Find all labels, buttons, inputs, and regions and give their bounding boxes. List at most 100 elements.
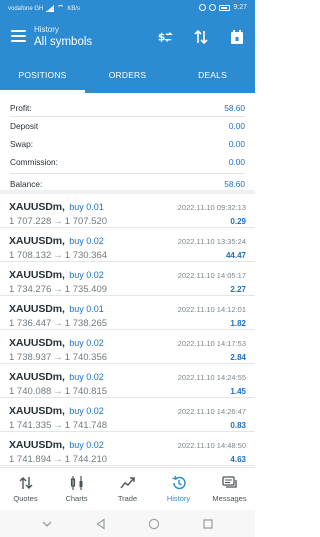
deal-side: buy 0.02: [69, 338, 104, 348]
deal-side: buy 0.02: [69, 236, 104, 246]
deal-close-price: 1 738.265: [64, 318, 108, 329]
deals-list[interactable]: XAUUSDm, buy 0.01 2022.11.10 09:32:13 1 7…: [0, 194, 255, 467]
deal-close-price: 1 744.210: [64, 454, 108, 465]
swap-label: Swap:: [10, 139, 34, 149]
summary-profit-row: Profit: 58.60: [10, 99, 245, 117]
deal-profit: 1.45: [230, 387, 246, 396]
deal-symbol: XAUUSDm,: [9, 269, 65, 281]
profit-value: 58.60: [224, 102, 245, 113]
deal-profit: 2.27: [230, 285, 246, 294]
deal-profit: 1.82: [230, 319, 246, 328]
deal-side: buy 0.02: [69, 440, 104, 450]
deal-open-price: 1 741.894: [9, 454, 52, 465]
nav-quotes[interactable]: Quotes: [0, 468, 51, 510]
deposit-value: 0.00: [228, 121, 245, 131]
profit-label: Profit:: [10, 102, 32, 113]
deal-open-price: 1 741.335: [9, 420, 52, 431]
deal-symbol: XAUUSDm,: [9, 371, 65, 383]
calendar-icon[interactable]: [229, 29, 245, 45]
commission-value: 0.00: [228, 157, 245, 167]
deal-symbol: XAUUSDm,: [9, 439, 65, 451]
deal-side: buy 0.01: [69, 304, 104, 314]
arrow-right-icon: →: [53, 318, 63, 329]
deal-symbol: XAUUSDm,: [9, 303, 65, 315]
summary-panel: Profit: 58.60 Deposit 0.00 Swap: 0.00 Co…: [0, 93, 255, 189]
tab-bar: POSITIONS ORDERS DEALS: [0, 61, 255, 93]
deal-close-price: 1 730.364: [64, 250, 108, 261]
nav-charts[interactable]: Charts: [51, 468, 102, 510]
back-icon[interactable]: [94, 517, 108, 531]
deal-time: 2022.11.10 14:24:55: [177, 373, 246, 382]
nav-trade[interactable]: Trade: [102, 468, 153, 510]
messages-icon: [221, 475, 238, 491]
quotes-icon: [18, 475, 34, 491]
deal-open-price: 1 738.937: [9, 352, 52, 363]
trade-icon: [119, 475, 136, 491]
deal-profit: 0.83: [230, 421, 246, 430]
dollar-exchange-icon[interactable]: $: [157, 29, 173, 45]
deal-symbol: XAUUSDm,: [9, 337, 65, 349]
summary-swap-row: Swap: 0.00: [10, 135, 245, 153]
wifi-icon: [57, 5, 65, 12]
clock: 9:27: [233, 4, 247, 11]
deal-time: 2022.11.10 13:35:24: [177, 237, 246, 246]
menu-icon[interactable]: [11, 30, 26, 42]
nav-label: Trade: [117, 494, 138, 503]
deal-open-price: 1 708.132: [9, 250, 52, 261]
list-item[interactable]: XAUUSDm, buy 0.02 2022.11.10 14:17:53 1 7…: [0, 330, 255, 364]
status-right: 9:27: [199, 4, 247, 11]
deal-profit: 2.84: [230, 353, 246, 362]
arrow-right-icon: →: [53, 250, 63, 261]
deal-side: buy 0.02: [69, 372, 104, 382]
nav-history[interactable]: History: [153, 468, 204, 510]
status-bar: vodafone GH KB/s 9:27: [0, 0, 255, 17]
list-item[interactable]: XAUUSDm, buy 0.02 2022.11.10 14:24:55 1 7…: [0, 364, 255, 398]
nav-label: Quotes: [13, 494, 38, 503]
deal-time: 2022.11.10 14:48:50: [177, 441, 246, 450]
system-navigation-bar: [0, 510, 255, 537]
svg-text:$: $: [158, 31, 165, 44]
deal-symbol: XAUUSDm,: [9, 201, 65, 213]
list-item[interactable]: XAUUSDm, buy 0.01 2022.11.10 09:32:13 1 7…: [0, 194, 255, 228]
tab-deals[interactable]: DEALS: [170, 61, 255, 93]
arrow-right-icon: →: [53, 352, 63, 363]
list-item[interactable]: XAUUSDm, buy 0.02 2022.11.10 13:35:24 1 7…: [0, 228, 255, 262]
nfc-icon: [199, 4, 207, 11]
title-block[interactable]: History All symbols: [34, 25, 92, 48]
arrow-right-icon: →: [53, 216, 63, 227]
nav-messages[interactable]: Messages: [204, 468, 255, 510]
page-title: All symbols: [34, 36, 93, 48]
balance-value: 58.60: [224, 178, 245, 189]
nav-label: Messages: [212, 494, 247, 503]
deal-side: buy 0.02: [69, 406, 104, 416]
appbar-actions: $: [157, 29, 245, 45]
deal-profit: 4.63: [230, 455, 246, 464]
deal-profit: 44.47: [225, 251, 246, 260]
recents-icon[interactable]: [201, 517, 215, 531]
deal-symbol: XAUUSDm,: [9, 235, 65, 247]
deal-open-price: 1 707.228: [9, 216, 52, 227]
nav-label: Charts: [65, 494, 88, 503]
deal-close-price: 1 740.815: [64, 386, 108, 397]
tab-positions[interactable]: POSITIONS: [0, 61, 85, 93]
collapse-icon[interactable]: [40, 517, 54, 531]
summary-deposit-row: Deposit 0.00: [10, 117, 245, 135]
nav-label: History: [166, 494, 191, 503]
app-bar: History All symbols $: [0, 17, 255, 61]
deal-close-price: 1 735.409: [64, 284, 108, 295]
home-icon[interactable]: [147, 517, 161, 531]
sort-icon[interactable]: [193, 29, 209, 45]
arrow-right-icon: →: [53, 454, 63, 465]
list-item[interactable]: XAUUSDm, buy 0.01 2022.11.10 14:12:01 1 7…: [0, 296, 255, 330]
tab-orders[interactable]: ORDERS: [85, 61, 170, 93]
deal-open-price: 1 740.088: [9, 386, 52, 397]
arrow-right-icon: →: [53, 386, 63, 397]
signal-icon: [46, 4, 55, 12]
deal-close-price: 1 707.520: [64, 216, 108, 227]
list-item[interactable]: XAUUSDm, buy 0.02 2022.11.10 14:26:47 1 7…: [0, 398, 255, 432]
list-item[interactable]: XAUUSDm, buy 0.02 2022.11.10 14:05:17 1 7…: [0, 262, 255, 296]
list-item[interactable]: XAUUSDm, buy 0.02 2022.11.10 14:48:50 1 7…: [0, 432, 255, 466]
network-speed: KB/s: [67, 5, 81, 12]
carrier-label: vodafone GH: [8, 5, 44, 12]
deposit-label: Deposit: [10, 121, 39, 131]
